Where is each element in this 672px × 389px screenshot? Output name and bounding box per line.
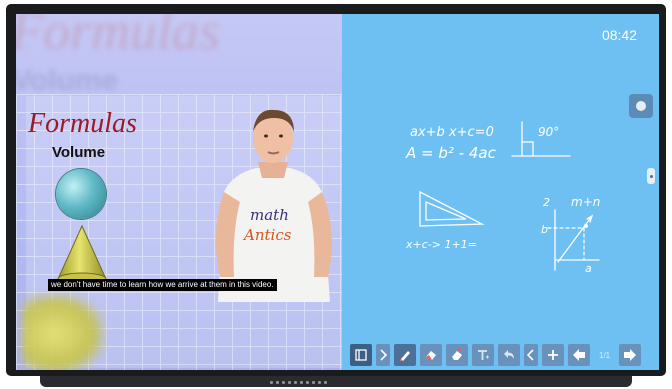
text-icon: [478, 350, 489, 360]
pen-icon: [400, 351, 410, 361]
pen-tool-button[interactable]: [394, 344, 416, 366]
pages-icon: [355, 349, 367, 361]
add-page-button[interactable]: [542, 344, 564, 366]
label-b: b: [541, 223, 548, 236]
graph-dashed-guide: [547, 227, 585, 261]
previous-page-button[interactable]: [524, 344, 538, 366]
shirt-text-antics: Antics: [242, 226, 292, 244]
equation-sum: x+c-> 1+1=: [405, 238, 477, 251]
right-angle-mark: [521, 141, 534, 157]
back-page-button[interactable]: [568, 344, 590, 366]
whiteboard-toolbar: 1/1: [350, 343, 654, 367]
forward-arrow-icon: [624, 349, 637, 361]
undo-button[interactable]: [498, 344, 520, 366]
pages-button[interactable]: [350, 344, 372, 366]
forward-page-button[interactable]: [619, 344, 642, 366]
video-caption: we don't have time to learn how we arriv…: [48, 279, 277, 291]
interactive-display: Formulas Volume Formulas Volume math Ant…: [0, 0, 672, 389]
floating-menu-button[interactable]: [629, 94, 653, 118]
blurred-subtitle: Volume: [16, 64, 119, 97]
label-m-plus-n: m+n: [571, 195, 600, 209]
whiteboard-canvas[interactable]: ax+b x+c=0 A = b² - 4ac 90° x+c-> 1+1= 2…: [342, 14, 659, 370]
sphere-shape: [56, 169, 106, 219]
presenter: math Antics: [215, 109, 332, 302]
equation-discriminant: A = b² - 4ac: [405, 144, 497, 162]
graph-point: [584, 224, 588, 228]
add-page-icon: [548, 350, 558, 360]
video-panel[interactable]: Formulas Volume Formulas Volume math Ant…: [16, 14, 342, 370]
video-subtitle: Volume: [52, 144, 106, 161]
side-drawer-handle[interactable]: [647, 168, 655, 184]
clear-tool-button[interactable]: [446, 344, 468, 366]
eraser-icon: [426, 351, 436, 360]
label-two: 2: [543, 196, 550, 209]
triangle-outer: [419, 190, 485, 227]
page-indicator: 1/1: [599, 350, 611, 360]
blurred-title: Formulas: [16, 14, 221, 61]
prev-page-icon: [527, 349, 534, 361]
screen: Formulas Volume Formulas Volume math Ant…: [16, 14, 659, 370]
angle-label: 90°: [538, 125, 559, 139]
expand-button[interactable]: [376, 344, 390, 366]
blurred-cone: [22, 294, 104, 370]
undo-icon: [504, 350, 514, 359]
text-tool-button[interactable]: [472, 344, 494, 366]
port-strip: [270, 379, 390, 385]
clear-icon: [452, 348, 462, 360]
graph-diagonal: [557, 215, 593, 263]
eraser-tool-button[interactable]: [420, 344, 442, 366]
next-icon: [380, 349, 387, 361]
back-arrow-icon: [573, 349, 585, 361]
shirt-text-math: math: [250, 206, 289, 224]
label-a: a: [585, 262, 592, 275]
video-title: Formulas: [28, 108, 137, 139]
equation-quadratic: ax+b x+c=0: [410, 125, 494, 140]
